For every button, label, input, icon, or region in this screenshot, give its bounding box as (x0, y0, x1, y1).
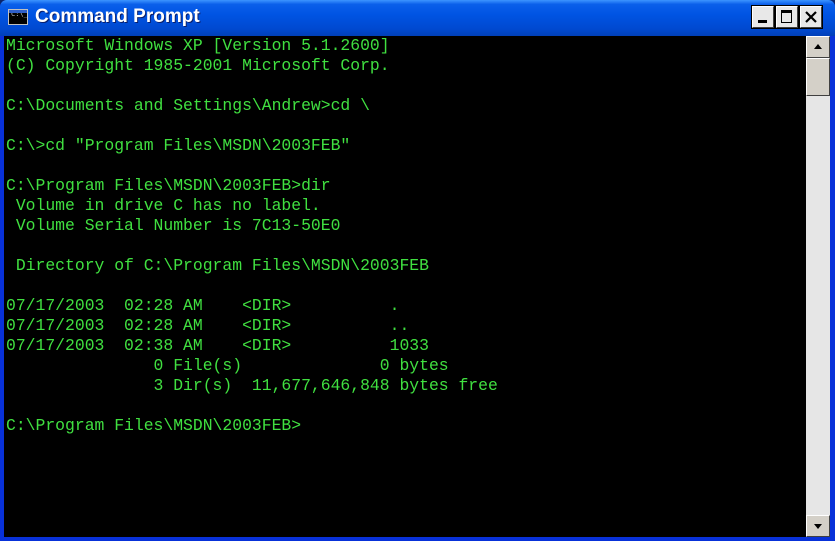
scroll-up-button[interactable] (806, 36, 830, 58)
console-line: C:\Program Files\MSDN\2003FEB> (6, 416, 302, 435)
console-line: C:\Program Files\MSDN\2003FEB>dir (6, 176, 331, 195)
command-prompt-window: C:\_ Command Prompt Microsoft Windows XP… (0, 0, 835, 541)
console-line: 07/17/2003 02:28 AM <DIR> .. (6, 316, 410, 335)
window-frame-right (830, 36, 835, 541)
console-line: C:\>cd "Program Files\MSDN\2003FEB" (6, 136, 351, 155)
title-bar[interactable]: C:\_ Command Prompt (0, 0, 835, 36)
window-title: Command Prompt (35, 6, 200, 27)
scroll-down-arrow-icon (814, 524, 822, 529)
console-line: C:\Documents and Settings\Andrew>cd \ (6, 96, 370, 115)
console-icon[interactable]: C:\_ (8, 9, 28, 25)
close-icon (805, 11, 817, 23)
scroll-down-button[interactable] (806, 515, 830, 537)
scrollbar-thumb[interactable] (806, 58, 830, 96)
console-line: Volume Serial Number is 7C13-50E0 (6, 216, 341, 235)
console-line: Microsoft Windows XP [Version 5.1.2600] (6, 36, 390, 55)
minimize-button[interactable] (751, 5, 775, 29)
console-line: (C) Copyright 1985-2001 Microsoft Corp. (6, 56, 390, 75)
console-line: Directory of C:\Program Files\MSDN\2003F… (6, 256, 429, 275)
maximize-button[interactable] (775, 5, 799, 29)
console-output-area[interactable]: Microsoft Windows XP [Version 5.1.2600](… (4, 36, 806, 537)
close-button[interactable] (799, 5, 823, 29)
console-icon-text: C:\_ (11, 10, 28, 18)
window-frame-bottom (0, 537, 835, 541)
console-line: 3 Dir(s) 11,677,646,848 bytes free (6, 376, 498, 395)
console-line: Volume in drive C has no label. (6, 196, 321, 215)
console-line: 07/17/2003 02:38 AM <DIR> 1033 (6, 336, 429, 355)
console-line: 07/17/2003 02:28 AM <DIR> . (6, 296, 400, 315)
scroll-up-arrow-icon (814, 44, 822, 49)
vertical-scrollbar[interactable] (806, 36, 830, 537)
console-text: Microsoft Windows XP [Version 5.1.2600](… (6, 36, 498, 436)
console-line: 0 File(s) 0 bytes (6, 356, 449, 375)
